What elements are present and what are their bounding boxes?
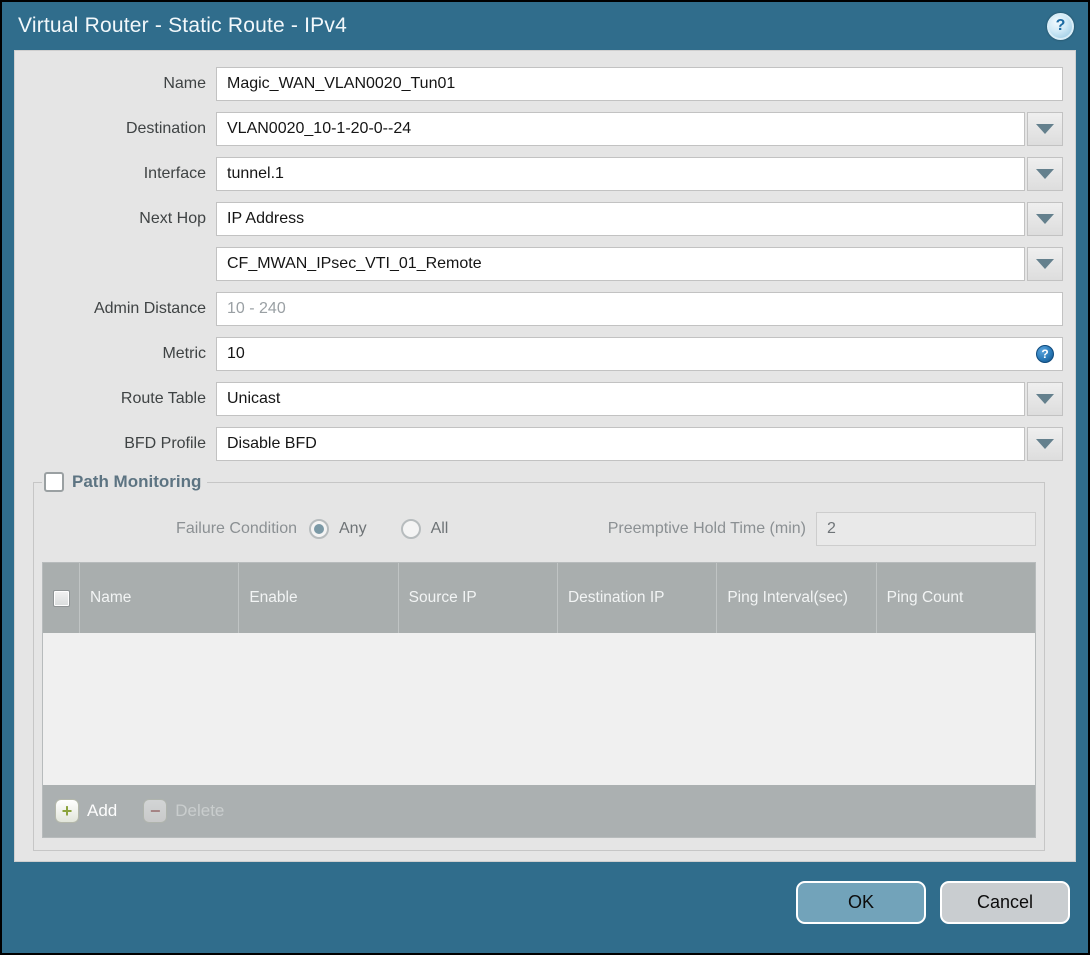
interface-dropdown-button[interactable] [1027,157,1063,191]
route-table-input[interactable] [216,382,1025,416]
route-table-row: Route Table [15,382,1063,416]
add-button[interactable]: + Add [55,799,117,823]
chevron-down-icon [1036,124,1054,134]
chevron-down-icon [1036,169,1054,179]
next-hop-label: Next Hop [139,210,206,227]
interface-input[interactable] [216,157,1025,191]
destination-label: Destination [125,120,206,137]
name-input[interactable] [216,67,1063,101]
next-hop-address-input[interactable] [216,247,1025,281]
table-header: Name Enable Source IP Destination IP Pin… [43,563,1035,633]
bfd-profile-row: BFD Profile [15,427,1063,461]
failure-condition-options: Any All [309,519,448,539]
cancel-button[interactable]: Cancel [940,881,1070,924]
interface-row: Interface [15,157,1063,191]
select-all-checkbox[interactable] [52,589,70,607]
dialog-footer: OK Cancel [2,862,1088,953]
next-hop-address-row [15,247,1063,281]
route-table-dropdown-button[interactable] [1027,382,1063,416]
bfd-profile-dropdown-button[interactable] [1027,427,1063,461]
path-monitoring-legend: Path Monitoring [42,472,207,492]
plus-icon: + [55,799,79,823]
radio-any-label: Any [339,520,367,537]
table-toolbar: + Add − Delete [43,785,1035,837]
column-header-source-ip[interactable]: Source IP [397,563,557,633]
bfd-profile-input[interactable] [216,427,1025,461]
preemptive-hold-time-group: Preemptive Hold Time (min) [608,512,1036,546]
next-hop-address-dropdown-button[interactable] [1027,247,1063,281]
add-button-label: Add [87,801,118,820]
destination-input[interactable] [216,112,1025,146]
path-monitoring-title: Path Monitoring [72,472,202,491]
next-hop-row: Next Hop [15,202,1063,236]
info-icon: ? [1036,345,1054,363]
chevron-down-icon [1036,394,1054,404]
help-icon[interactable]: ? [1047,12,1074,40]
admin-distance-label: Admin Distance [93,300,206,317]
table-body-empty [43,633,1035,785]
name-label: Name [163,75,206,92]
admin-distance-input[interactable] [216,292,1063,326]
radio-any[interactable] [309,519,329,539]
path-monitoring-table: Name Enable Source IP Destination IP Pin… [42,562,1036,838]
dialog-titlebar: Virtual Router - Static Route - IPv4 ? [2,2,1088,50]
route-table-label: Route Table [120,390,206,407]
chevron-down-icon [1036,259,1054,269]
destination-row: Destination [15,112,1063,146]
minus-icon: − [143,799,168,823]
path-monitoring-checkbox[interactable] [44,472,64,492]
destination-dropdown-button[interactable] [1027,112,1063,146]
failure-condition-all-option[interactable]: All [400,519,449,539]
delete-button-label: Delete [175,801,225,820]
bfd-profile-label: BFD Profile [124,435,206,452]
chevron-down-icon [1036,214,1054,224]
admin-distance-row: Admin Distance [15,292,1063,326]
radio-all-label: All [430,520,449,537]
column-header-enable[interactable]: Enable [238,563,397,633]
select-all-cell [43,563,79,633]
path-monitoring-section: Path Monitoring Failure Condition Any Al… [33,472,1045,851]
metric-label: Metric [162,345,206,362]
delete-button[interactable]: − Delete [143,799,224,823]
radio-all[interactable] [400,519,421,539]
failure-condition-label: Failure Condition [176,520,297,537]
column-header-destination-ip[interactable]: Destination IP [556,563,716,633]
interface-label: Interface [143,165,206,182]
chevron-down-icon [1036,439,1054,449]
preemptive-hold-time-input[interactable] [816,512,1036,546]
dialog-body: Name Destination Interface [14,50,1076,862]
failure-condition-row: Failure Condition Any All Preemptive Hol… [42,512,1036,546]
dialog-title: Virtual Router - Static Route - IPv4 [18,14,347,37]
name-row: Name [15,67,1063,101]
column-header-name[interactable]: Name [79,563,238,633]
metric-row: Metric ? [15,337,1063,371]
column-header-ping-count[interactable]: Ping Count [875,563,1035,633]
failure-condition-any-option[interactable]: Any [309,519,367,539]
metric-input[interactable] [216,337,1063,371]
static-route-dialog: Virtual Router - Static Route - IPv4 ? N… [2,2,1088,953]
column-header-ping-interval[interactable]: Ping Interval(sec) [716,563,875,633]
preemptive-hold-time-label: Preemptive Hold Time (min) [607,520,806,537]
next-hop-type-dropdown-button[interactable] [1027,202,1063,236]
ok-button[interactable]: OK [796,881,926,924]
next-hop-type-input[interactable] [216,202,1025,236]
